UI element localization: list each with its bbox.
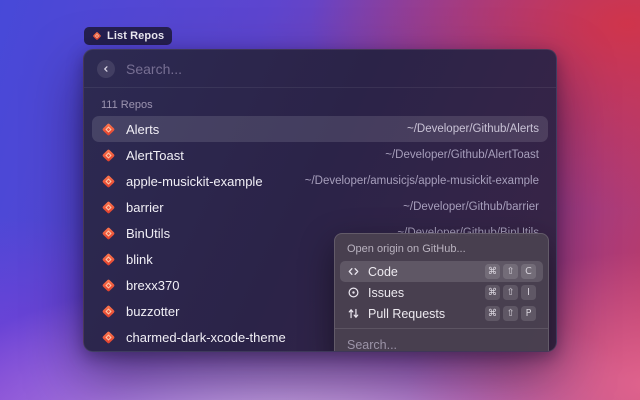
repo-path: ~/Developer/Github/AlertToast [385, 149, 539, 161]
repo-name: apple-musickit-example [126, 174, 263, 189]
menu-item[interactable]: Code ⌘⇧C [340, 261, 543, 282]
keycap: ⌘ [485, 306, 500, 321]
menu-item-label: Pull Requests [368, 307, 445, 321]
repo-diamond-icon [101, 252, 116, 267]
chevron-left-icon [101, 64, 111, 74]
repo-diamond-icon [101, 330, 116, 345]
repo-list-item[interactable]: apple-musickit-example ~/Developer/amusi… [92, 168, 548, 194]
keycap: ⇧ [503, 264, 518, 279]
repo-diamond-icon [92, 31, 102, 41]
repo-diamond-icon [101, 148, 116, 163]
actions-menu-header: Open origin on GitHub... [335, 234, 548, 258]
search-input[interactable]: Search... [126, 61, 182, 77]
keycap: ⌘ [485, 285, 500, 300]
keycap: ⇧ [503, 306, 518, 321]
back-button[interactable] [97, 60, 115, 78]
menu-item[interactable]: Issues ⌘⇧I [340, 282, 543, 303]
issues-icon [347, 286, 360, 299]
repo-diamond-icon [101, 122, 116, 137]
repo-name: AlertToast [126, 148, 184, 163]
shortcut-keys: ⌘⇧P [485, 306, 536, 321]
command-pill-list-repos[interactable]: List Repos [84, 27, 172, 45]
menu-item-label: Code [368, 265, 398, 279]
repo-name: brexx370 [126, 278, 179, 293]
launcher-window: Search... 111 Repos Alerts ~/Developer/G… [83, 49, 557, 352]
shortcut-keys: ⌘⇧I [485, 285, 536, 300]
repo-name: BinUtils [126, 226, 170, 241]
menu-item-label: Issues [368, 286, 404, 300]
repo-name: Alerts [126, 122, 159, 137]
repo-path: ~/Developer/Github/barrier [403, 201, 539, 213]
actions-menu: Open origin on GitHub... Code ⌘⇧C Issues… [334, 233, 549, 352]
command-pill-label: List Repos [107, 30, 164, 42]
keycap: ⌘ [485, 264, 500, 279]
section-header: 111 Repos [101, 99, 539, 111]
actions-search-input[interactable]: Search... [335, 329, 548, 352]
keycap: I [521, 285, 536, 300]
repo-path: ~/Developer/amusicjs/apple-musickit-exam… [305, 175, 539, 187]
repo-name: blink [126, 252, 153, 267]
keycap: ⇧ [503, 285, 518, 300]
menu-item[interactable]: Pull Requests ⌘⇧P [340, 303, 543, 324]
repo-diamond-icon [101, 200, 116, 215]
repo-path: ~/Developer/Github/Alerts [407, 123, 539, 135]
repo-name: charmed-dark-xcode-theme [126, 330, 286, 345]
shortcut-keys: ⌘⇧C [485, 264, 536, 279]
repo-diamond-icon [101, 278, 116, 293]
search-bar[interactable]: Search... [84, 50, 556, 88]
pull-request-icon [347, 307, 360, 320]
repo-diamond-icon [101, 226, 116, 241]
repo-list-item[interactable]: barrier ~/Developer/Github/barrier [92, 194, 548, 220]
repo-diamond-icon [101, 174, 116, 189]
repo-name: barrier [126, 200, 164, 215]
desktop-wallpaper: List Repos Search... 111 Repos Alerts ~/… [0, 0, 640, 400]
repo-list-item[interactable]: Alerts ~/Developer/Github/Alerts [92, 116, 548, 142]
keycap: P [521, 306, 536, 321]
repo-list-item[interactable]: AlertToast ~/Developer/Github/AlertToast [92, 142, 548, 168]
repo-diamond-icon [101, 304, 116, 319]
repo-name: buzzotter [126, 304, 179, 319]
code-icon [347, 265, 360, 278]
keycap: C [521, 264, 536, 279]
